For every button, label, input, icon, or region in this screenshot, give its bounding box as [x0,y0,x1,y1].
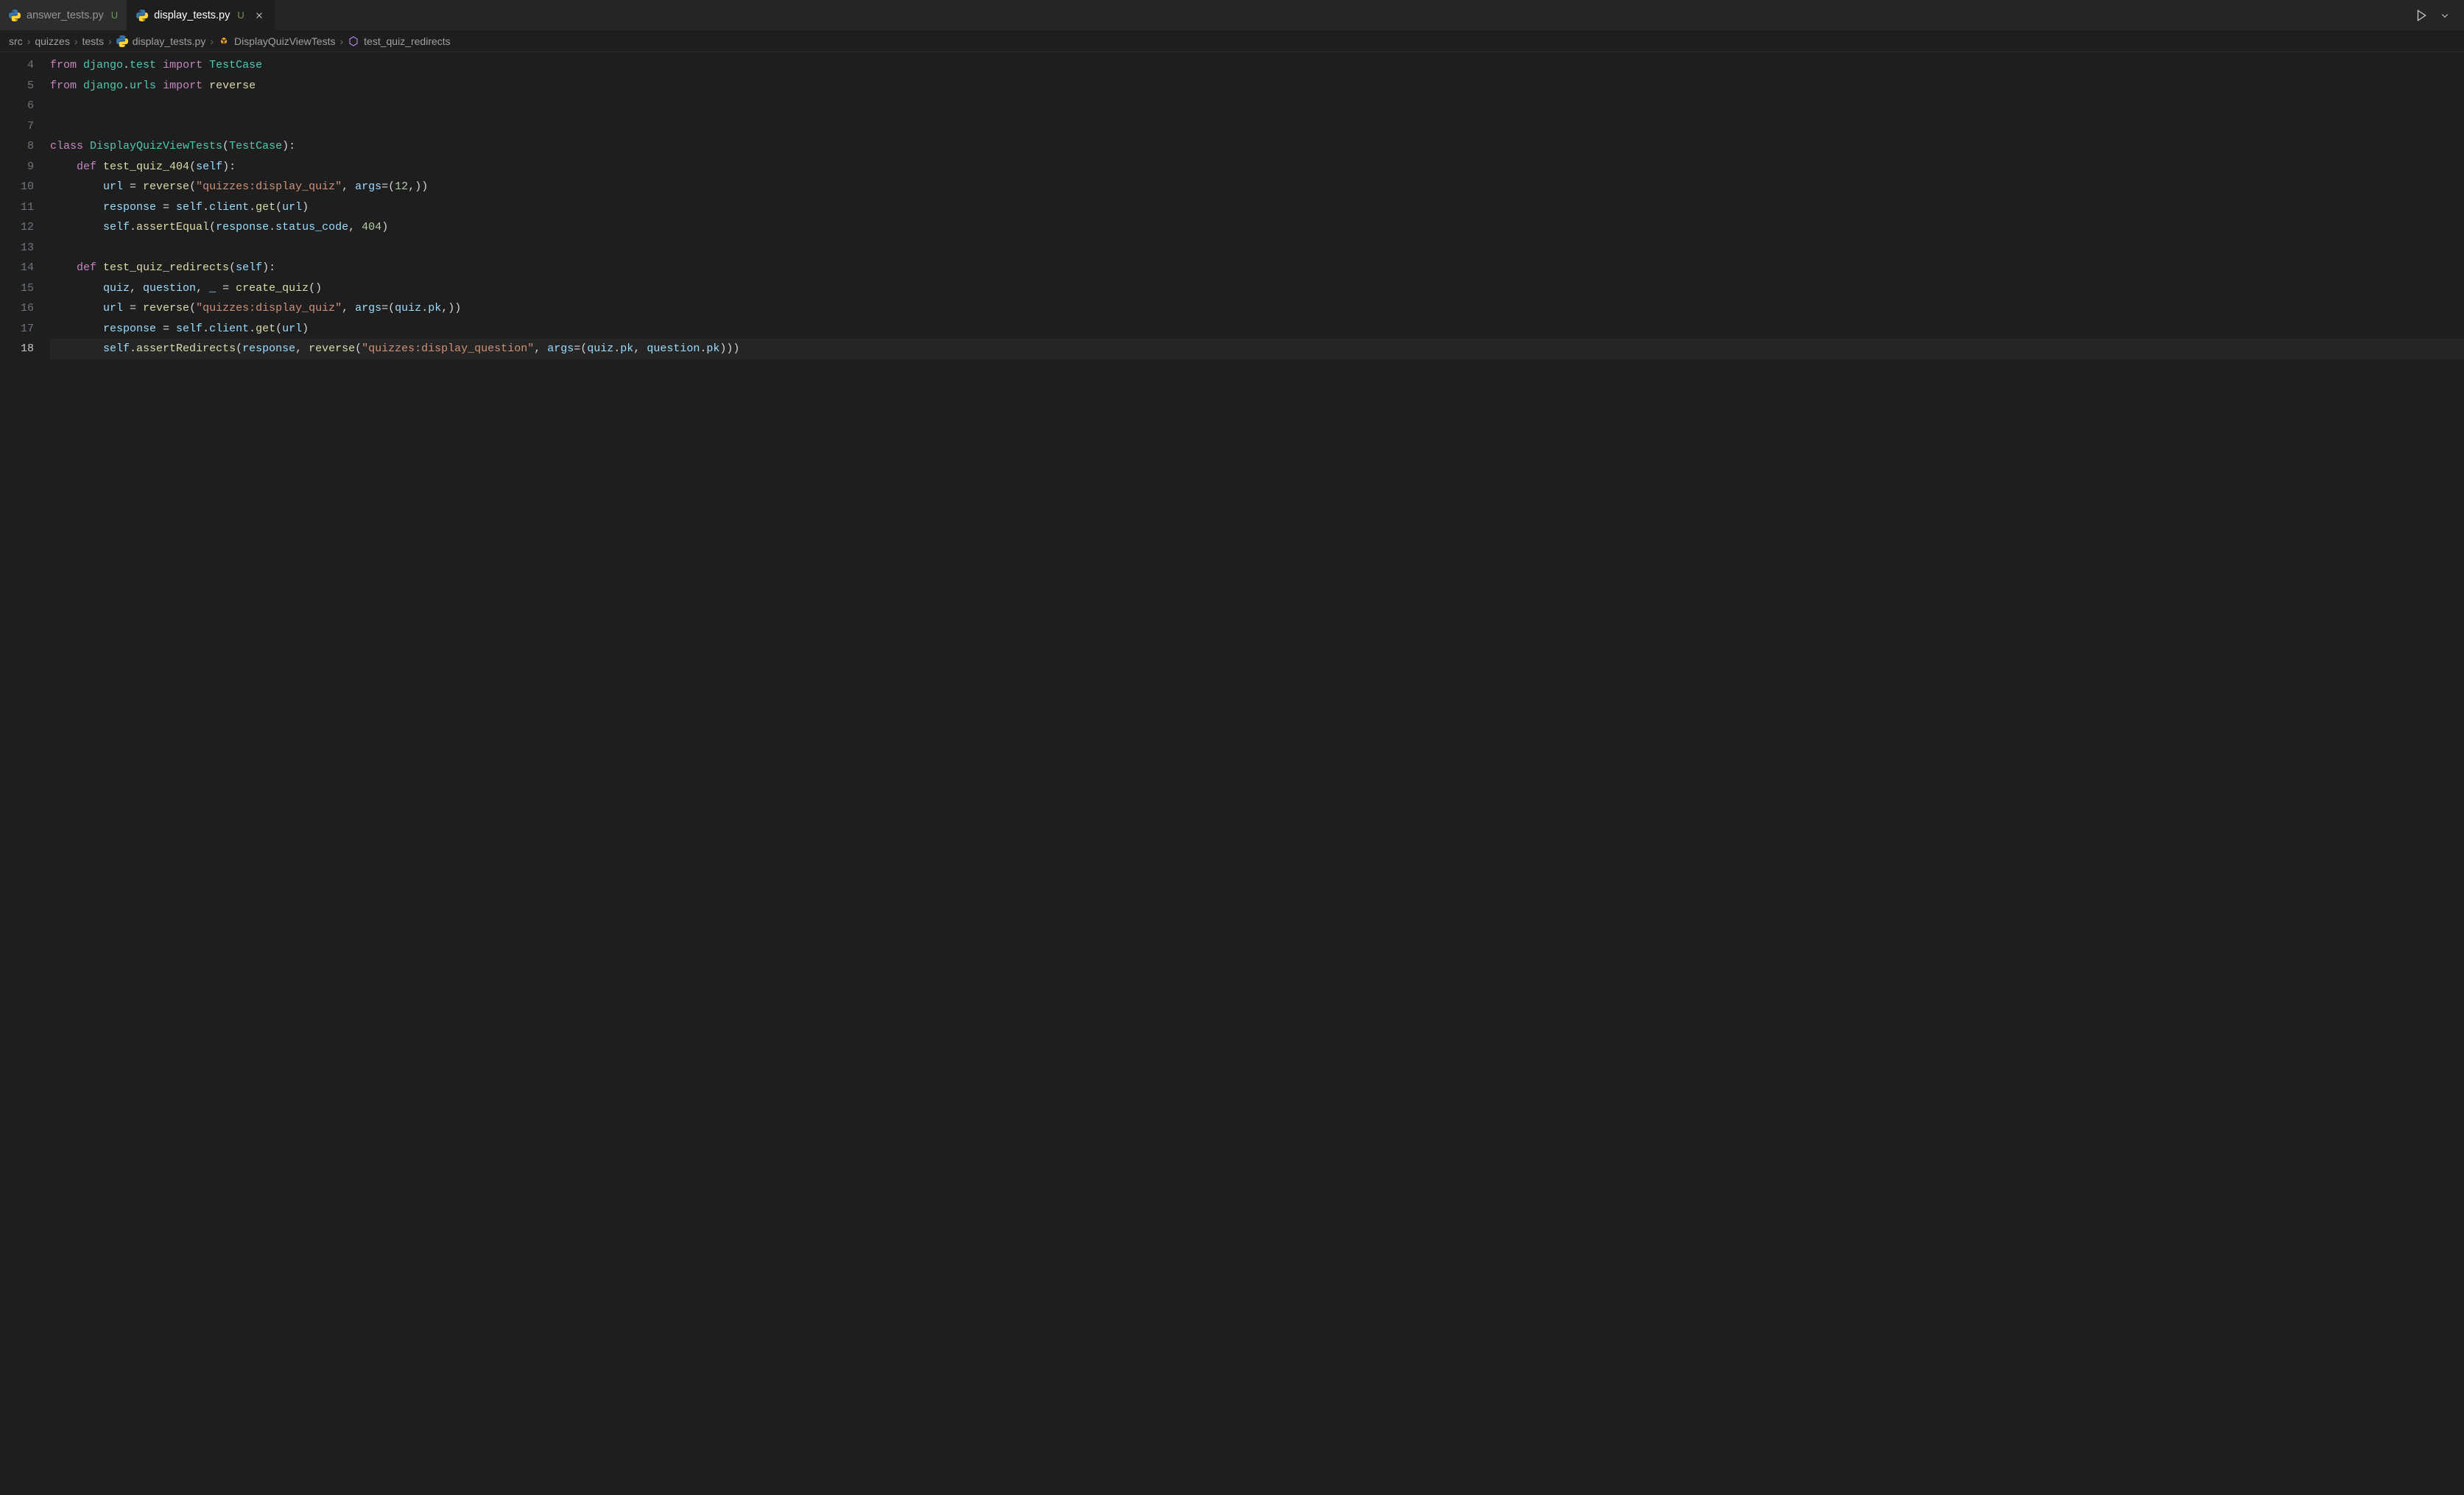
python-icon [9,10,21,21]
line-number: 5 [0,76,34,96]
breadcrumb: src › quizzes › tests › display_tests.py… [0,31,2464,52]
line-number: 6 [0,96,34,116]
code-line[interactable]: def test_quiz_redirects(self): [50,258,2464,278]
code-line[interactable]: def test_quiz_404(self): [50,157,2464,177]
line-number: 7 [0,116,34,137]
run-icon[interactable] [2411,5,2432,26]
line-number: 9 [0,157,34,177]
chevron-right-icon: › [108,35,112,47]
line-number: 16 [0,298,34,319]
editor-container: answer_tests.py U display_tests.py U src… [0,0,2464,1495]
close-icon[interactable] [253,10,265,21]
line-number: 8 [0,136,34,157]
line-number: 15 [0,278,34,299]
code-line[interactable]: url = reverse("quizzes:display_quiz", ar… [50,298,2464,319]
chevron-right-icon: › [74,35,78,47]
code-line[interactable]: from django.test import TestCase [50,55,2464,76]
line-number: 4 [0,55,34,76]
line-number: 18 [0,339,34,359]
chevron-right-icon: › [210,35,214,47]
class-icon [218,35,230,47]
tab-label: display_tests.py [154,10,230,21]
tab-answer-tests[interactable]: answer_tests.py U [0,0,127,30]
code-line[interactable]: class DisplayQuizViewTests(TestCase): [50,136,2464,157]
code-line[interactable] [50,238,2464,258]
code-line[interactable]: self.assertEqual(response.status_code, 4… [50,217,2464,238]
code-line[interactable]: self.assertRedirects(response, reverse("… [50,339,2464,359]
line-number: 12 [0,217,34,238]
tab-bar: answer_tests.py U display_tests.py U [0,0,2464,31]
line-number: 11 [0,197,34,218]
breadcrumb-method[interactable]: test_quiz_redirects [348,35,451,47]
tab-display-tests[interactable]: display_tests.py U [127,0,275,30]
breadcrumb-src[interactable]: src [9,35,23,47]
code-line[interactable]: quiz, question, _ = create_quiz() [50,278,2464,299]
tab-actions [2411,0,2464,30]
vcs-badge: U [111,10,118,21]
python-icon [116,35,128,47]
code-line[interactable] [50,96,2464,116]
code-line[interactable] [50,116,2464,137]
method-icon [348,35,359,47]
breadcrumb-file[interactable]: display_tests.py [116,35,206,47]
breadcrumb-tests[interactable]: tests [82,35,104,47]
line-number: 10 [0,177,34,197]
tab-label: answer_tests.py [27,10,104,21]
line-number: 14 [0,258,34,278]
line-number: 17 [0,319,34,340]
code-line[interactable]: response = self.client.get(url) [50,197,2464,218]
chevron-right-icon: › [339,35,343,47]
code-line[interactable]: url = reverse("quizzes:display_quiz", ar… [50,177,2464,197]
breadcrumb-quizzes[interactable]: quizzes [35,35,69,47]
breadcrumb-class[interactable]: DisplayQuizViewTests [218,35,335,47]
chevron-down-icon[interactable] [2435,5,2455,26]
editor-body: 456789101112131415161718 from django.tes… [0,52,2464,1495]
chevron-right-icon: › [27,35,31,47]
line-numbers-gutter: 456789101112131415161718 [0,52,50,1495]
code-line[interactable]: response = self.client.get(url) [50,319,2464,340]
vcs-badge: U [237,10,244,21]
python-icon [136,10,148,21]
code-line[interactable]: from django.urls import reverse [50,76,2464,96]
line-number: 13 [0,238,34,258]
code-area[interactable]: from django.test import TestCasefrom dja… [50,52,2464,1495]
